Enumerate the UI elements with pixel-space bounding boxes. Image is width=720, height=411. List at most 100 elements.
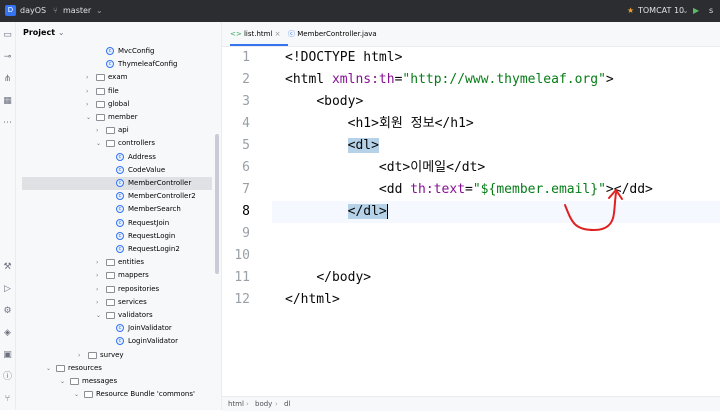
chevron-right-icon[interactable]: ›	[96, 269, 98, 282]
problems-icon[interactable]: ⓘ	[2, 372, 13, 383]
chevron-right-icon[interactable]: ›	[86, 71, 88, 84]
tree-folder-item[interactable]: › entities	[22, 256, 212, 269]
chevron-down-icon: ⌄	[57, 28, 65, 37]
tab-list-html[interactable]: <> list.html ×	[230, 22, 288, 46]
services-icon[interactable]: ◈	[2, 328, 13, 339]
breadcrumb-separator-icon: ›	[275, 400, 278, 408]
tree-folder-item[interactable]: › mappers	[22, 269, 212, 282]
project-badge[interactable]: D	[5, 5, 16, 16]
tree-item-label: mappers	[118, 271, 149, 280]
tree-folder-item[interactable]: ⌄ validators	[22, 309, 212, 322]
line-number: 3	[242, 94, 250, 109]
tree-file-item[interactable]: c MemberSearch	[22, 203, 212, 216]
tree-item-label: RequestLogin2	[128, 245, 180, 253]
chevron-down-icon[interactable]: ⌄	[60, 375, 65, 388]
class-icon: c	[116, 231, 124, 240]
folder-icon	[96, 87, 105, 95]
commit-icon[interactable]: ⊸	[2, 52, 13, 63]
close-icon[interactable]: ×	[275, 30, 281, 38]
tree-file-item[interactable]: c RequestLogin2	[22, 243, 212, 256]
tree-item-label: MemberController	[128, 179, 192, 187]
git-icon[interactable]: ⑂	[2, 394, 13, 405]
line-number: 6	[242, 160, 250, 175]
breadcrumb-item[interactable]: dl	[284, 397, 290, 411]
project-panel-title[interactable]: Project ⌄	[23, 22, 65, 44]
chevron-down-icon[interactable]: ⌄	[46, 362, 51, 375]
run-icon[interactable]: ▶	[693, 0, 699, 22]
debug-icon[interactable]: ⚙	[2, 306, 13, 317]
folder-icon	[106, 298, 115, 306]
pull-requests-icon[interactable]: ⋔	[2, 74, 13, 85]
tab-member-controller[interactable]: ⓒ MemberController.java	[288, 22, 377, 46]
chevron-down-icon: ⌄	[96, 6, 103, 15]
build-icon[interactable]: ⚒	[2, 262, 13, 273]
tree-folder-item[interactable]: › repositories	[22, 283, 212, 296]
tree-item-label: MemberSearch	[128, 205, 181, 214]
line-number: 2	[242, 72, 250, 87]
tree-file-item[interactable]: c MemberController	[22, 177, 212, 190]
tree-item-label: exam	[108, 73, 128, 82]
tree-file-item[interactable]: c JoinValidator	[22, 322, 212, 335]
chevron-right-icon[interactable]: ›	[96, 124, 98, 137]
tree-file-item[interactable]: c ThymeleafConfig	[22, 58, 212, 71]
tree-folder-item[interactable]: › exam	[22, 71, 212, 84]
tree-file-item[interactable]: c Address	[22, 151, 212, 164]
tree-item-label: MemberController2	[128, 192, 196, 201]
run-tool-icon[interactable]: ▷	[2, 284, 13, 295]
chevron-right-icon[interactable]: ›	[96, 256, 98, 269]
tree-folder-item[interactable]: ⌄ member	[22, 111, 212, 124]
breadcrumb-item[interactable]: html	[228, 397, 244, 411]
resource-bundle-icon	[84, 391, 93, 399]
tree-file-item[interactable]: c CodeValue	[22, 164, 212, 177]
tree-scrollbar[interactable]	[215, 134, 219, 274]
tree-file-item[interactable]: c MemberController2	[22, 190, 212, 203]
breadcrumb-item[interactable]: body	[255, 397, 272, 411]
tree-folder-item[interactable]: › global	[22, 98, 212, 111]
tree-folder-item[interactable]: › survey	[22, 349, 212, 362]
project-name[interactable]: dayOS	[20, 0, 46, 22]
chevron-down-icon[interactable]: ⌄	[96, 309, 101, 322]
code-editor[interactable]: <!DOCTYPE html> <html xmlns:th="http://w…	[272, 47, 720, 395]
tree-file-item[interactable]: c LoginValidator	[22, 335, 212, 348]
tab-label: MemberController.java	[297, 30, 377, 38]
folder-icon[interactable]: ▭	[2, 30, 13, 41]
tree-folder-item[interactable]: ⌄ messages	[22, 375, 212, 388]
tree-item-label: file	[108, 86, 119, 95]
chevron-down-icon[interactable]: ⌄	[86, 111, 91, 124]
tree-item-label: entities	[118, 258, 145, 267]
tree-item-label: messages	[82, 377, 118, 385]
tree-folder-item[interactable]: › services	[22, 296, 212, 309]
handwritten-annotation	[564, 189, 623, 232]
chevron-down-icon: ⌄	[682, 6, 689, 15]
chevron-right-icon[interactable]: ›	[86, 98, 88, 111]
tree-file-item[interactable]: c MvcConfig	[22, 45, 212, 58]
structure-icon[interactable]: ▦	[2, 96, 13, 107]
tree-folder-item[interactable]: › file	[22, 85, 212, 98]
more-icon[interactable]: ⋯	[2, 118, 13, 129]
tree-folder-item[interactable]: › api	[22, 124, 212, 137]
chevron-right-icon[interactable]: ›	[78, 349, 80, 362]
branch-name[interactable]: master	[63, 0, 91, 22]
chevron-right-icon[interactable]: ›	[86, 85, 88, 98]
tree-item-label: ThymeleafConfig	[118, 60, 178, 69]
tree-item-label: CodeValue	[128, 165, 166, 174]
chevron-down-icon[interactable]: ⌄	[74, 388, 79, 401]
terminal-icon[interactable]: ▣	[2, 350, 13, 361]
tree-item-label: validators	[118, 311, 153, 319]
chevron-down-icon[interactable]: ⌄	[96, 137, 101, 150]
tree-file-item[interactable]: c RequestJoin	[22, 217, 212, 230]
folder-icon	[106, 312, 115, 319]
folder-icon	[96, 114, 105, 121]
tree-folder-item[interactable]: ⌄ controllers	[22, 137, 212, 150]
tree-file-item[interactable]: ⌄ Resource Bundle 'commons'	[22, 388, 212, 401]
folder-icon	[96, 100, 105, 108]
run-config-name[interactable]: TOMCAT 10	[638, 0, 684, 22]
tree-folder-item[interactable]: ⌄ resources	[22, 362, 212, 375]
chevron-right-icon[interactable]: ›	[96, 296, 98, 309]
line-number: 1	[242, 50, 250, 65]
chevron-right-icon[interactable]: ›	[96, 283, 98, 296]
tree-item-label: survey	[100, 350, 124, 359]
html-file-icon: <>	[230, 30, 242, 38]
tree-file-item[interactable]: c RequestLogin	[22, 230, 212, 243]
tool-window-bar: ▭ ⊸ ⋔ ▦ ⋯ ⚒ ▷ ⚙ ◈ ▣ ⓘ ⑂	[0, 22, 16, 410]
